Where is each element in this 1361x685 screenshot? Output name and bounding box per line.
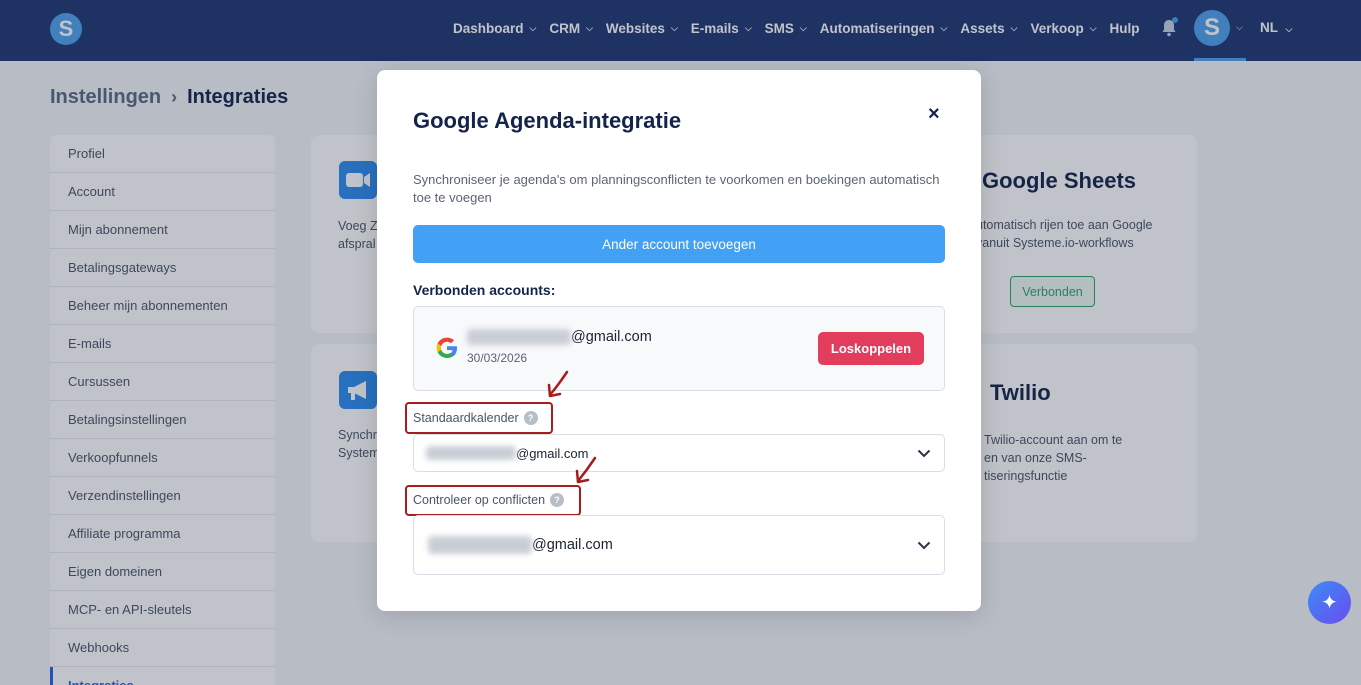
help-icon[interactable]: ? [523, 411, 538, 425]
google-icon [436, 337, 457, 358]
selected-value: @gmail.com [428, 536, 613, 554]
default-calendar-select[interactable]: @gmail.com [413, 434, 945, 472]
default-calendar-label: Standaardkalender? [413, 411, 538, 425]
check-conflicts-label: Controleer op conflicten? [413, 493, 565, 507]
ai-assistant-button[interactable]: ✦ [1308, 581, 1351, 624]
sparkle-icon: ✦ [1321, 592, 1338, 614]
annotation-arrow-icon [547, 370, 569, 398]
help-icon[interactable]: ? [550, 493, 565, 507]
annotation-arrow-icon [575, 456, 597, 484]
modal-title: Google Agenda-integratie [413, 108, 682, 133]
connected-account-card: @gmail.com 30/03/2026 Loskoppelen [413, 306, 945, 391]
add-account-button[interactable]: Ander account toevoegen [413, 225, 945, 263]
redacted-email [426, 446, 516, 460]
disconnect-button[interactable]: Loskoppelen [818, 332, 924, 365]
google-calendar-modal: Google Agenda-integratie × Synchroniseer… [377, 70, 981, 611]
redacted-email [428, 536, 532, 554]
selected-value: @gmail.com [426, 446, 588, 461]
connected-accounts-label: Verbonden accounts: [413, 282, 556, 298]
check-conflicts-select[interactable]: @gmail.com [413, 515, 945, 575]
chevron-down-icon [917, 541, 931, 549]
modal-description: Synchroniseer je agenda's om planningsco… [413, 172, 940, 205]
account-date: 30/03/2026 [467, 351, 528, 365]
account-email: @gmail.com [467, 329, 652, 345]
chevron-down-icon [917, 449, 931, 457]
close-icon[interactable]: × [928, 103, 940, 126]
redacted-email [467, 329, 571, 345]
